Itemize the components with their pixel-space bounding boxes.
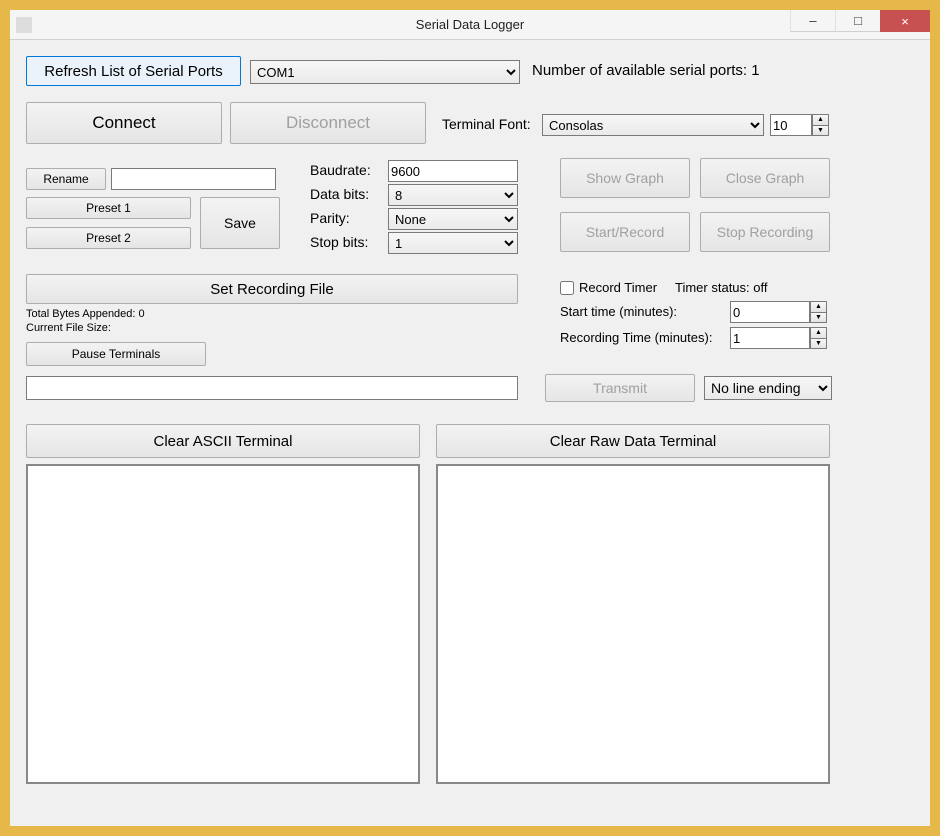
baudrate-input[interactable] [388,160,518,182]
timer-status-label: Timer status: off [675,280,767,295]
minimize-button[interactable]: – [790,10,835,32]
save-button[interactable]: Save [200,197,280,249]
rename-input[interactable] [111,168,276,190]
start-time-label: Start time (minutes): [560,304,677,319]
recording-time-spinner[interactable]: ▲▼ [810,327,827,349]
start-time-input[interactable] [730,301,810,323]
close-button[interactable]: × [880,10,930,32]
record-timer-label: Record Timer [579,280,657,295]
connect-button[interactable]: Connect [26,102,222,144]
set-recording-file-button[interactable]: Set Recording File [26,274,518,304]
app-icon [16,17,32,33]
refresh-ports-button[interactable]: Refresh List of Serial Ports [26,56,241,86]
file-size-label: Current File Size: [26,322,111,334]
pause-terminals-button[interactable]: Pause Terminals [26,342,206,366]
total-bytes-label: Total Bytes Appended: 0 [26,308,145,320]
raw-terminal[interactable] [436,464,830,784]
chevron-down-icon[interactable]: ▼ [810,312,827,324]
maximize-button[interactable]: □ [835,10,880,32]
window-chrome: Serial Data Logger – □ × Refresh List of… [0,0,940,836]
chevron-down-icon[interactable]: ▼ [810,338,827,350]
databits-select[interactable]: 8 [388,184,518,206]
chevron-up-icon[interactable]: ▲ [810,327,827,338]
clear-raw-button[interactable]: Clear Raw Data Terminal [436,424,830,458]
close-graph-button[interactable]: Close Graph [700,158,830,198]
terminal-font-select[interactable]: Consolas [542,114,764,136]
parity-select[interactable]: None [388,208,518,230]
chevron-down-icon[interactable]: ▼ [812,125,829,137]
rename-button[interactable]: Rename [26,168,106,190]
ascii-terminal[interactable] [26,464,420,784]
databits-label: Data bits: [310,186,369,202]
baudrate-label: Baudrate: [310,162,371,178]
preset2-button[interactable]: Preset 2 [26,227,191,249]
stopbits-label: Stop bits: [310,234,368,250]
recording-time-input[interactable] [730,327,810,349]
font-size-input[interactable] [770,114,812,136]
stopbits-select[interactable]: 1 [388,232,518,254]
stop-recording-button[interactable]: Stop Recording [700,212,830,252]
record-timer-checkbox[interactable]: Record Timer [560,280,657,295]
show-graph-button[interactable]: Show Graph [560,158,690,198]
font-size-spinner[interactable]: ▲▼ [812,114,829,136]
title-bar: Serial Data Logger – □ × [10,10,930,40]
clear-ascii-button[interactable]: Clear ASCII Terminal [26,424,420,458]
client-area: Refresh List of Serial Ports COM1 Number… [10,40,930,826]
recording-time-label: Recording Time (minutes): [560,330,712,345]
transmit-input[interactable] [26,376,518,400]
port-select[interactable]: COM1 [250,60,520,84]
record-timer-checkbox-input[interactable] [560,281,574,295]
chevron-up-icon[interactable]: ▲ [812,114,829,125]
parity-label: Parity: [310,210,350,226]
window-title: Serial Data Logger [416,17,524,32]
chevron-up-icon[interactable]: ▲ [810,301,827,312]
preset1-button[interactable]: Preset 1 [26,197,191,219]
terminal-font-label: Terminal Font: [442,116,531,132]
line-ending-select[interactable]: No line ending [704,376,832,400]
start-time-spinner[interactable]: ▲▼ [810,301,827,323]
transmit-button[interactable]: Transmit [545,374,695,402]
window-buttons: – □ × [790,10,930,36]
start-record-button[interactable]: Start/Record [560,212,690,252]
disconnect-button[interactable]: Disconnect [230,102,426,144]
ports-count-label: Number of available serial ports: 1 [532,62,760,79]
